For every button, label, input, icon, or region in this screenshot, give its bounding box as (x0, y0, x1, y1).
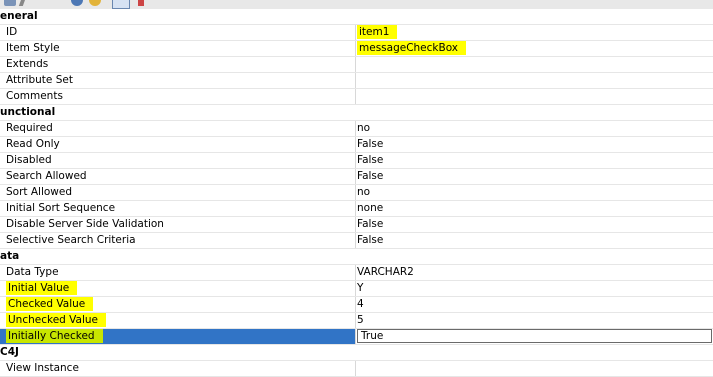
property-row-initially-checked[interactable]: Initially Checked True (0, 329, 713, 345)
table-view-icon[interactable] (112, 0, 130, 9)
blue-circle-icon[interactable] (71, 0, 83, 6)
property-name: Required (0, 121, 356, 136)
property-row-selective-search-criteria[interactable]: Selective Search Criteria False (0, 233, 713, 249)
toolbar (0, 0, 713, 9)
property-row-checked-value[interactable]: Checked Value 4 (0, 297, 713, 313)
category-title: C4J (0, 346, 19, 358)
category-header-unctional[interactable]: unctional (0, 105, 713, 121)
property-row-initial-value[interactable]: Initial Value Y (0, 281, 713, 297)
wrench-icon[interactable] (18, 0, 28, 6)
highlighted-value: item1 (357, 25, 398, 39)
property-name: Comments (0, 89, 356, 104)
category-header-eneral[interactable]: eneral (0, 9, 713, 25)
property-row-id[interactable]: ID item1 (0, 25, 713, 41)
property-name: Disable Server Side Validation (0, 217, 356, 232)
property-row-view-instance[interactable]: View Instance (0, 361, 713, 377)
property-value[interactable]: messageCheckBox (356, 41, 713, 56)
property-value[interactable]: Y (356, 281, 713, 296)
property-value[interactable]: False (356, 153, 713, 168)
highlighted-label: Checked Value (6, 297, 94, 311)
property-name: ID (0, 25, 356, 40)
property-name: Attribute Set (0, 73, 356, 88)
property-name: Extends (0, 57, 356, 72)
property-row-data-type[interactable]: Data Type VARCHAR2 (0, 265, 713, 281)
property-row-extends[interactable]: Extends (0, 57, 713, 73)
property-name: Read Only (0, 137, 356, 152)
property-value[interactable]: 5 (356, 313, 713, 328)
property-value[interactable]: False (356, 169, 713, 184)
property-row-unchecked-value[interactable]: Unchecked Value 5 (0, 313, 713, 329)
property-value[interactable]: none (356, 201, 713, 216)
property-inspector: eneral ID item1 Item Style messageCheckBox Ex… (0, 9, 713, 377)
property-value[interactable]: VARCHAR2 (356, 265, 713, 280)
property-row-item-style[interactable]: Item Style messageCheckBox (0, 41, 713, 57)
category-header-ata[interactable]: ata (0, 249, 713, 265)
highlighted-label: Initially Checked (6, 329, 103, 343)
property-name: Checked Value (0, 297, 356, 312)
property-name: Data Type (0, 265, 356, 280)
property-value[interactable]: False (356, 233, 713, 248)
property-row-read-only[interactable]: Read Only False (0, 137, 713, 153)
property-value[interactable] (356, 57, 713, 72)
property-value[interactable]: no (356, 121, 713, 136)
property-row-required[interactable]: Required no (0, 121, 713, 137)
property-row-attribute-set[interactable]: Attribute Set (0, 73, 713, 89)
category-header-c4j[interactable]: C4J (0, 345, 713, 361)
property-name: Item Style (0, 41, 356, 56)
property-name: Unchecked Value (0, 313, 356, 328)
property-name: Initial Sort Sequence (0, 201, 356, 216)
property-name: Initial Value (0, 281, 356, 296)
category-title: unctional (0, 106, 56, 118)
property-row-search-allowed[interactable]: Search Allowed False (0, 169, 713, 185)
highlighted-label: Unchecked Value (6, 313, 107, 327)
property-value[interactable]: no (356, 185, 713, 200)
highlighted-value: messageCheckBox (357, 41, 467, 55)
property-row-disable-server-side-validation[interactable]: Disable Server Side Validation False (0, 217, 713, 233)
property-value[interactable]: False (356, 217, 713, 232)
property-row-initial-sort-sequence[interactable]: Initial Sort Sequence none (0, 201, 713, 217)
property-name: Sort Allowed (0, 185, 356, 200)
property-value[interactable] (356, 89, 713, 104)
property-value[interactable]: item1 (356, 25, 713, 40)
property-value[interactable]: 4 (356, 297, 713, 312)
yellow-circle-icon[interactable] (89, 0, 101, 6)
property-name: Search Allowed (0, 169, 356, 184)
categorize-icon[interactable] (4, 0, 16, 6)
property-value[interactable] (356, 73, 713, 88)
category-title: ata (0, 250, 20, 262)
category-title: eneral (0, 10, 38, 22)
property-row-comments[interactable]: Comments (0, 89, 713, 105)
property-row-sort-allowed[interactable]: Sort Allowed no (0, 185, 713, 201)
property-row-disabled[interactable]: Disabled False (0, 153, 713, 169)
property-value-editor[interactable]: True (357, 329, 712, 343)
close-red-icon[interactable] (138, 0, 144, 6)
highlighted-label: Initial Value (6, 281, 78, 295)
property-name: Selective Search Criteria (0, 233, 356, 248)
property-name: Initially Checked (0, 329, 356, 344)
property-name: Disabled (0, 153, 356, 168)
property-value[interactable]: False (356, 137, 713, 152)
